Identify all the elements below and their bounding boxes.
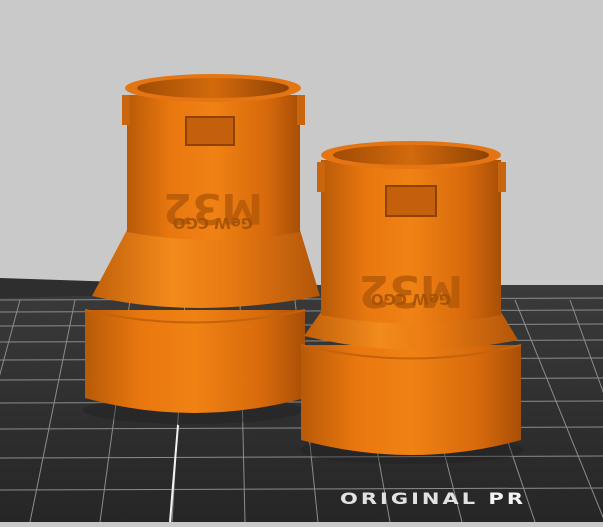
part-reducer-left[interactable]: M32 GeW CGO bbox=[83, 74, 320, 424]
3d-viewport[interactable]: M32 GeW CGO M32 GeW CGO ORIGINAL PR bbox=[0, 0, 603, 523]
bed-logo-part1: ORIGINAL bbox=[340, 489, 479, 508]
part-right-emboss-sub: GeW CGO bbox=[371, 290, 451, 308]
part-left-emboss-sub: GeW CGO bbox=[173, 214, 253, 232]
bed-logo-part2: PR bbox=[488, 489, 526, 508]
part-reducer-right[interactable]: M32 GeW CGO bbox=[300, 141, 524, 464]
bed-logo-text: ORIGINAL PR bbox=[340, 489, 526, 508]
